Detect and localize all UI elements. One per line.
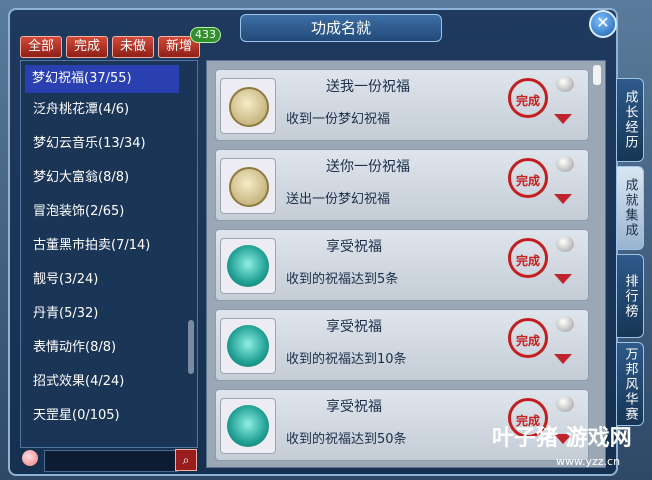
completed-stamp: 完成 xyxy=(508,78,548,118)
achievement-desc: 收到的祝福达到50条 xyxy=(286,432,407,447)
filter-all-button[interactable]: 全部 xyxy=(20,36,62,58)
close-icon[interactable]: ✕ xyxy=(589,10,617,38)
achievement-card[interactable]: 享受祝福 收到的祝福达到10条 完成 xyxy=(215,309,589,381)
new-count-badge: 433 xyxy=(190,27,221,43)
achievement-icon-frame xyxy=(220,318,276,374)
category-item[interactable]: 丹青(5/32) xyxy=(21,297,197,331)
peach-icon xyxy=(556,236,574,252)
achievement-title: 送你一份祝福 xyxy=(326,159,410,175)
achievement-card[interactable]: 送你一份祝福 送出一份梦幻祝福 完成 xyxy=(215,149,589,221)
category-item[interactable]: 天罡星(0/105) xyxy=(21,399,197,433)
completed-stamp: 完成 xyxy=(508,238,548,278)
achievement-desc: 收到的祝福达到5条 xyxy=(286,272,399,287)
flower-icon xyxy=(227,405,269,447)
category-list: 梦幻祝福(37/55) 泛舟桃花潭(4/6) 梦幻云音乐(13/34) 梦幻大富… xyxy=(20,60,198,448)
search-input[interactable] xyxy=(44,450,178,472)
achievement-title: 享受祝福 xyxy=(326,239,382,255)
search-button[interactable]: ⌕ xyxy=(175,449,197,471)
achievement-title: 享受祝福 xyxy=(326,319,382,335)
category-item[interactable]: 冒泡装饰(2/65) xyxy=(21,195,197,229)
category-scrollbar[interactable] xyxy=(188,320,194,374)
expand-arrow-icon[interactable] xyxy=(554,354,572,364)
category-item[interactable]: 靓号(3/24) xyxy=(21,263,197,297)
category-item[interactable]: 表情动作(8/8) xyxy=(21,331,197,365)
window-title: 功成名就 xyxy=(240,14,442,42)
side-tab-growth[interactable]: 成长经历 xyxy=(616,78,644,162)
achievement-desc: 送出一份梦幻祝福 xyxy=(286,192,391,207)
achievement-icon-frame xyxy=(220,78,276,134)
site-watermark-url: www.yzz.cn xyxy=(556,455,621,468)
category-item[interactable]: 梦幻大富翁(8/8) xyxy=(21,161,197,195)
achievement-title: 送我一份祝福 xyxy=(326,79,410,95)
completed-stamp: 完成 xyxy=(508,318,548,358)
achievement-card[interactable]: 送我一份祝福 收到一份梦幻祝福 完成 xyxy=(215,69,589,141)
peach-icon xyxy=(556,76,574,92)
expand-arrow-icon[interactable] xyxy=(554,274,572,284)
filter-undone-button[interactable]: 未做 xyxy=(112,36,154,58)
expand-arrow-icon[interactable] xyxy=(554,114,572,124)
side-tab-wanbang[interactable]: 万邦风华赛 xyxy=(616,342,644,426)
achievement-card[interactable]: 享受祝福 收到的祝福达到5条 完成 xyxy=(215,229,589,301)
filter-tabs: 全部 完成 未做 新增 xyxy=(20,36,200,58)
achievement-icon-frame xyxy=(220,398,276,454)
peach-icon xyxy=(556,396,574,412)
flower-icon xyxy=(227,325,269,367)
category-item[interactable]: 招式效果(4/24) xyxy=(21,365,197,399)
achievement-icon-frame xyxy=(220,158,276,214)
peach-icon xyxy=(556,316,574,332)
category-item[interactable]: 古董黑市拍卖(7/14) xyxy=(21,229,197,263)
flower-icon xyxy=(227,245,269,287)
peach-icon xyxy=(22,450,38,466)
site-watermark: 叶子猪 游戏网 xyxy=(492,426,632,451)
category-item[interactable]: 泛舟桃花潭(4/6) xyxy=(21,93,197,127)
coin-icon xyxy=(229,87,269,127)
category-item[interactable]: 梦幻云音乐(13/34) xyxy=(21,127,197,161)
achievement-title: 享受祝福 xyxy=(326,399,382,415)
coin-icon xyxy=(229,167,269,207)
achievement-desc: 收到一份梦幻祝福 xyxy=(286,112,391,127)
search-icon: ⌕ xyxy=(182,453,190,467)
achievement-scrollbar[interactable] xyxy=(593,65,601,85)
category-item[interactable]: 梦幻祝福(37/55) xyxy=(25,65,179,93)
completed-stamp: 完成 xyxy=(508,158,548,198)
expand-arrow-icon[interactable] xyxy=(554,194,572,204)
side-tab-achievements[interactable]: 成就集成 xyxy=(616,166,644,250)
achievement-desc: 收到的祝福达到10条 xyxy=(286,352,407,367)
peach-icon xyxy=(556,156,574,172)
achievement-list: 送我一份祝福 收到一份梦幻祝福 完成 送你一份祝福 送出一份梦幻祝福 完成 享受… xyxy=(206,60,606,468)
achievement-icon-frame xyxy=(220,238,276,294)
filter-done-button[interactable]: 完成 xyxy=(66,36,108,58)
side-tab-leaderboard[interactable]: 排行榜 xyxy=(616,254,644,338)
